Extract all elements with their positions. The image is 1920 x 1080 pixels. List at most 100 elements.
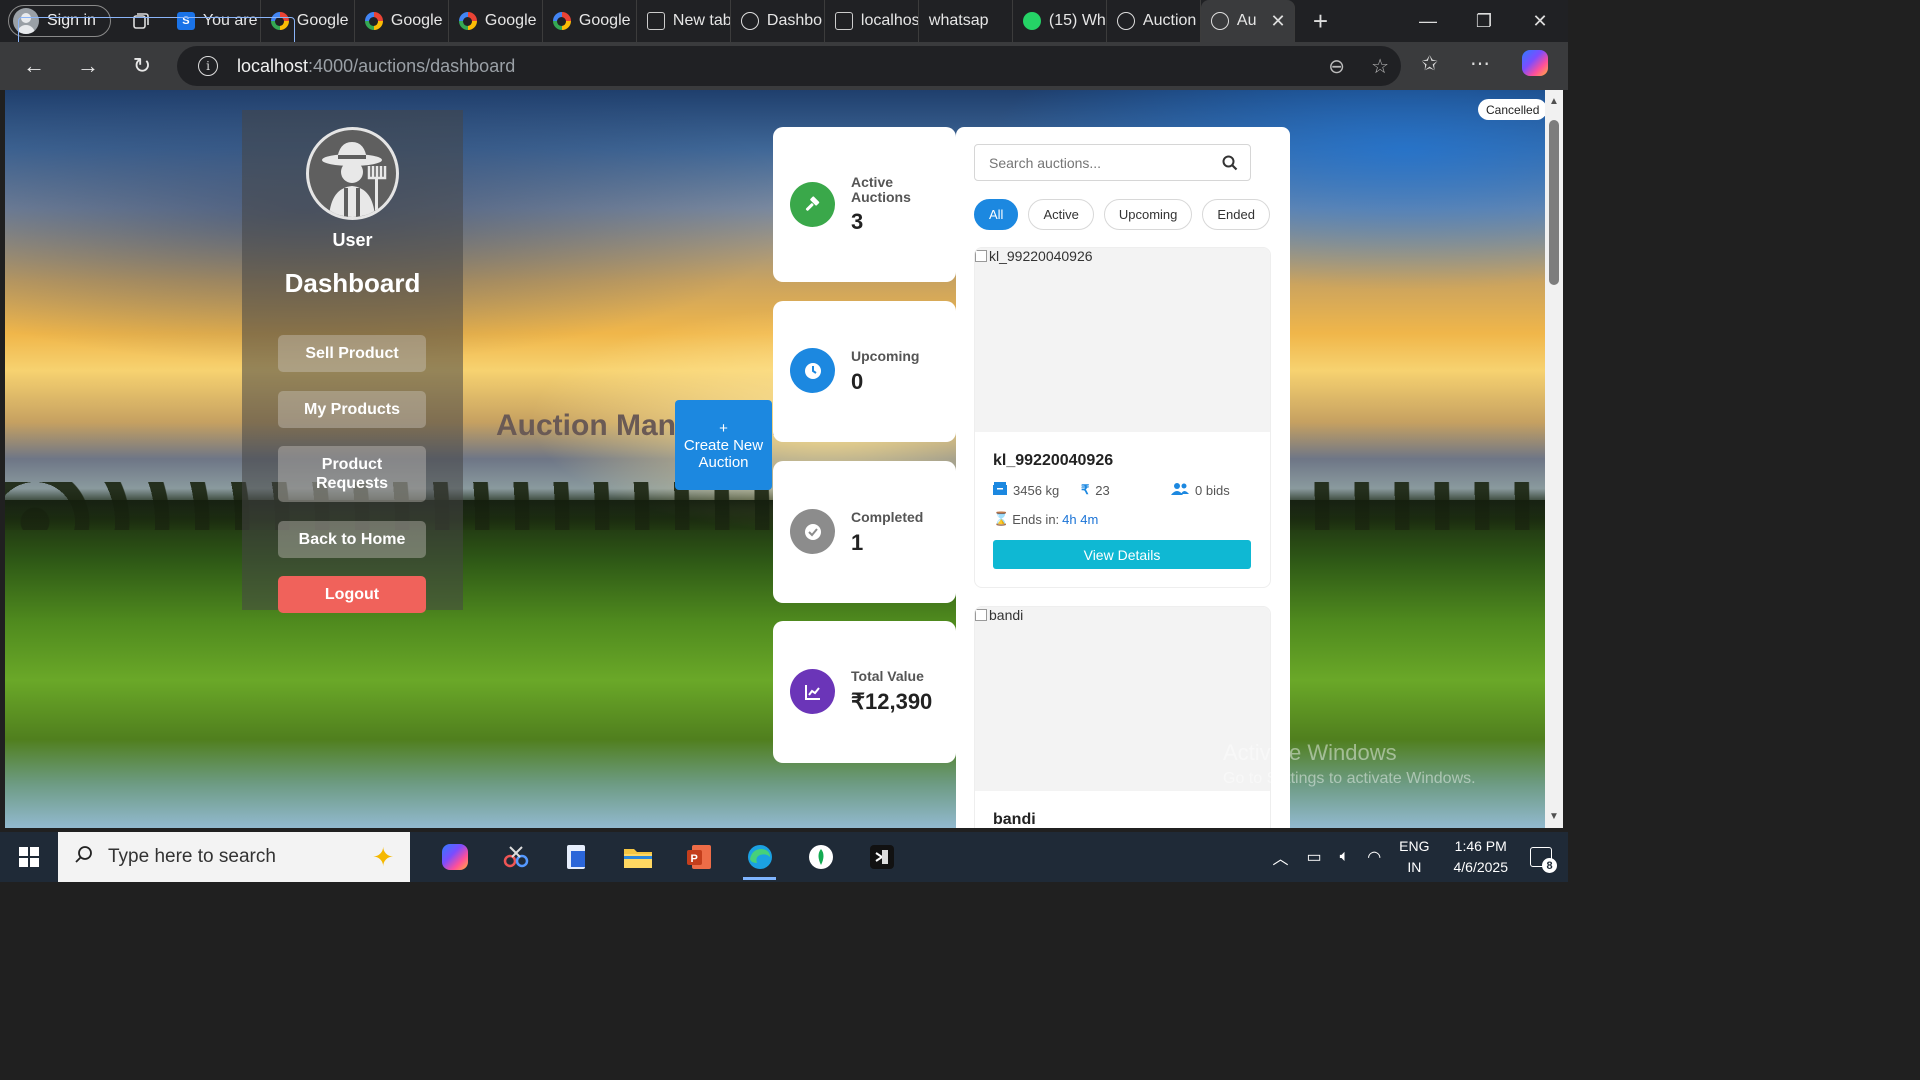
bids-info: 0 bids [1171,482,1230,498]
view-details-button[interactable]: View Details [993,540,1251,569]
favorite-star-icon[interactable]: ☆ [1371,54,1389,79]
url-text[interactable]: localhost:4000/auctions/dashboard [237,56,515,77]
close-window-icon[interactable]: ✕ [1512,0,1568,42]
filter-all[interactable]: All [974,199,1019,230]
back-arrow-icon[interactable]: ← [14,46,54,86]
tab-google-3[interactable]: Google [449,0,543,42]
image-alt-text: kl_99220040926 [989,248,1093,264]
activate-windows-watermark: Activate Windows Go to Settings to activ… [1223,740,1476,788]
globe-icon [740,12,759,30]
file-explorer-icon[interactable] [607,832,668,882]
tab-google-4[interactable]: Google [543,0,637,42]
mongodb-compass-icon[interactable] [790,832,851,882]
zoom-out-icon[interactable]: ⊖ [1328,54,1345,79]
filter-active[interactable]: Active [1028,199,1094,230]
close-tab-icon[interactable]: ✕ [1271,11,1286,32]
tab-localhost[interactable]: localhos [825,0,919,42]
auction-name: kl_99220040926 [993,452,1114,469]
tab-label: Auction [1142,12,1197,29]
tab-whatsapp[interactable]: (15) Wh [1013,0,1107,42]
stat-label: Active Auctions [851,174,911,205]
tab-label: Google [390,12,443,29]
notification-icon[interactable]: 8 [1530,847,1557,873]
create-new-auction-button[interactable]: + Create New Auction [675,400,772,490]
windows-taskbar: Type here to search ✦ P ︿ ▭ 🔈︎ ◠ ENG IN … [0,832,1568,882]
terminal-app-icon[interactable] [851,832,912,882]
auction-image: kl_99220040926 [975,248,1270,432]
wifi-icon[interactable]: ◠ [1367,847,1381,867]
tab-dashboard[interactable]: Dashbo [731,0,825,42]
minimize-icon[interactable]: — [1400,0,1456,42]
search-placeholder: Search auctions... [989,154,1102,171]
back-to-home-button[interactable]: Back to Home [278,521,426,558]
copilot-app-icon[interactable] [424,832,485,882]
chevron-up-icon[interactable]: ︿ [1272,845,1288,869]
chart-line-icon [790,669,835,714]
notification-count: 8 [1542,858,1557,873]
volume-icon[interactable]: 🔈︎ [1340,848,1350,866]
scrollbar-thumb[interactable] [1549,120,1559,285]
check-circle-icon [790,509,835,554]
stat-label: Total Value [851,668,924,684]
sell-product-button[interactable]: Sell Product [278,335,426,372]
watermark-line1: Activate Windows [1223,740,1397,765]
page-scrollbar[interactable]: ▲ ▼ [1545,90,1563,828]
gavel-icon [790,182,835,227]
site-info-icon[interactable]: i [198,56,218,76]
product-requests-button[interactable]: Product Requests [278,446,426,502]
snipping-tool-icon[interactable] [485,832,546,882]
window-controls: — ❐ ✕ [1400,0,1568,42]
stat-label: Upcoming [851,348,920,364]
auction-meta: 3456 kg ₹ 23 0 bids [993,482,1253,498]
windows-start-icon[interactable] [0,832,58,882]
scroll-up-icon[interactable]: ▲ [1549,96,1559,107]
broken-image-icon [975,609,987,621]
stat-card-total-value: Total Value ₹12,390 [773,621,956,763]
ends-in-value: 4h 4m [1062,511,1099,527]
create-label: Create New Auction [683,436,764,471]
dashboard-heading: Dashboard [284,268,421,298]
system-tray: ︿ ▭ 🔈︎ ◠ ENG IN 1:46 PM 4/6/2025 8 [1272,832,1568,882]
powerpoint-icon[interactable]: P [668,832,729,882]
copilot-icon[interactable] [1522,50,1548,76]
my-products-button[interactable]: My Products [278,391,426,428]
new-tab-button[interactable]: + [1313,6,1328,37]
tab-google-2[interactable]: Google [355,0,449,42]
tab-auction-active[interactable]: Au ✕ [1200,0,1295,42]
more-options-icon[interactable]: ⋯ [1470,51,1490,76]
stat-card-completed: Completed 1 [773,461,956,603]
globe-icon [1210,12,1229,30]
filter-ended[interactable]: Ended [1202,199,1270,230]
battery-icon[interactable]: ▭ [1306,847,1321,867]
logout-button[interactable]: Logout [278,576,426,613]
reload-icon[interactable]: ↻ [122,46,162,86]
forward-arrow-icon[interactable]: → [68,46,108,86]
search-icon[interactable] [1210,155,1250,171]
address-bar-row: ← → ↻ i localhost:4000/auctions/dashboar… [0,42,1568,90]
language-indicator[interactable]: ENG IN [1399,836,1429,878]
sparkle-icon: ✦ [372,841,394,872]
favorites-icon[interactable]: ✩ [1421,51,1438,76]
broken-image-icon [975,250,987,262]
stat-value: 3 [851,209,864,234]
filter-upcoming[interactable]: Upcoming [1103,199,1193,230]
url-bar[interactable]: i localhost:4000/auctions/dashboard ⊖ ☆ [177,46,1401,86]
hourglass-icon: ⌛ [993,511,1010,526]
plus-icon: + [719,419,728,437]
search-auctions-input[interactable]: Search auctions... [974,144,1251,181]
tab-auction[interactable]: Auction [1107,0,1201,42]
globe-icon [1116,12,1135,30]
scroll-down-icon[interactable]: ▼ [1549,811,1559,822]
tab-whatsapp-search[interactable]: whatsap [18,0,1013,54]
files-app-icon[interactable] [546,832,607,882]
user-label: User [332,230,373,250]
language-line1: ENG [1399,838,1430,854]
price-info: ₹ 23 [1081,482,1110,498]
search-icon [74,845,94,870]
clock[interactable]: 1:46 PM 4/6/2025 [1454,836,1509,878]
tab-new-tab[interactable]: New tab [637,0,731,42]
rupee-icon: ₹ [1081,482,1090,497]
restore-icon[interactable]: ❐ [1456,0,1512,42]
taskbar-search[interactable]: Type here to search ✦ [58,832,410,882]
edge-browser-icon[interactable] [729,832,790,882]
